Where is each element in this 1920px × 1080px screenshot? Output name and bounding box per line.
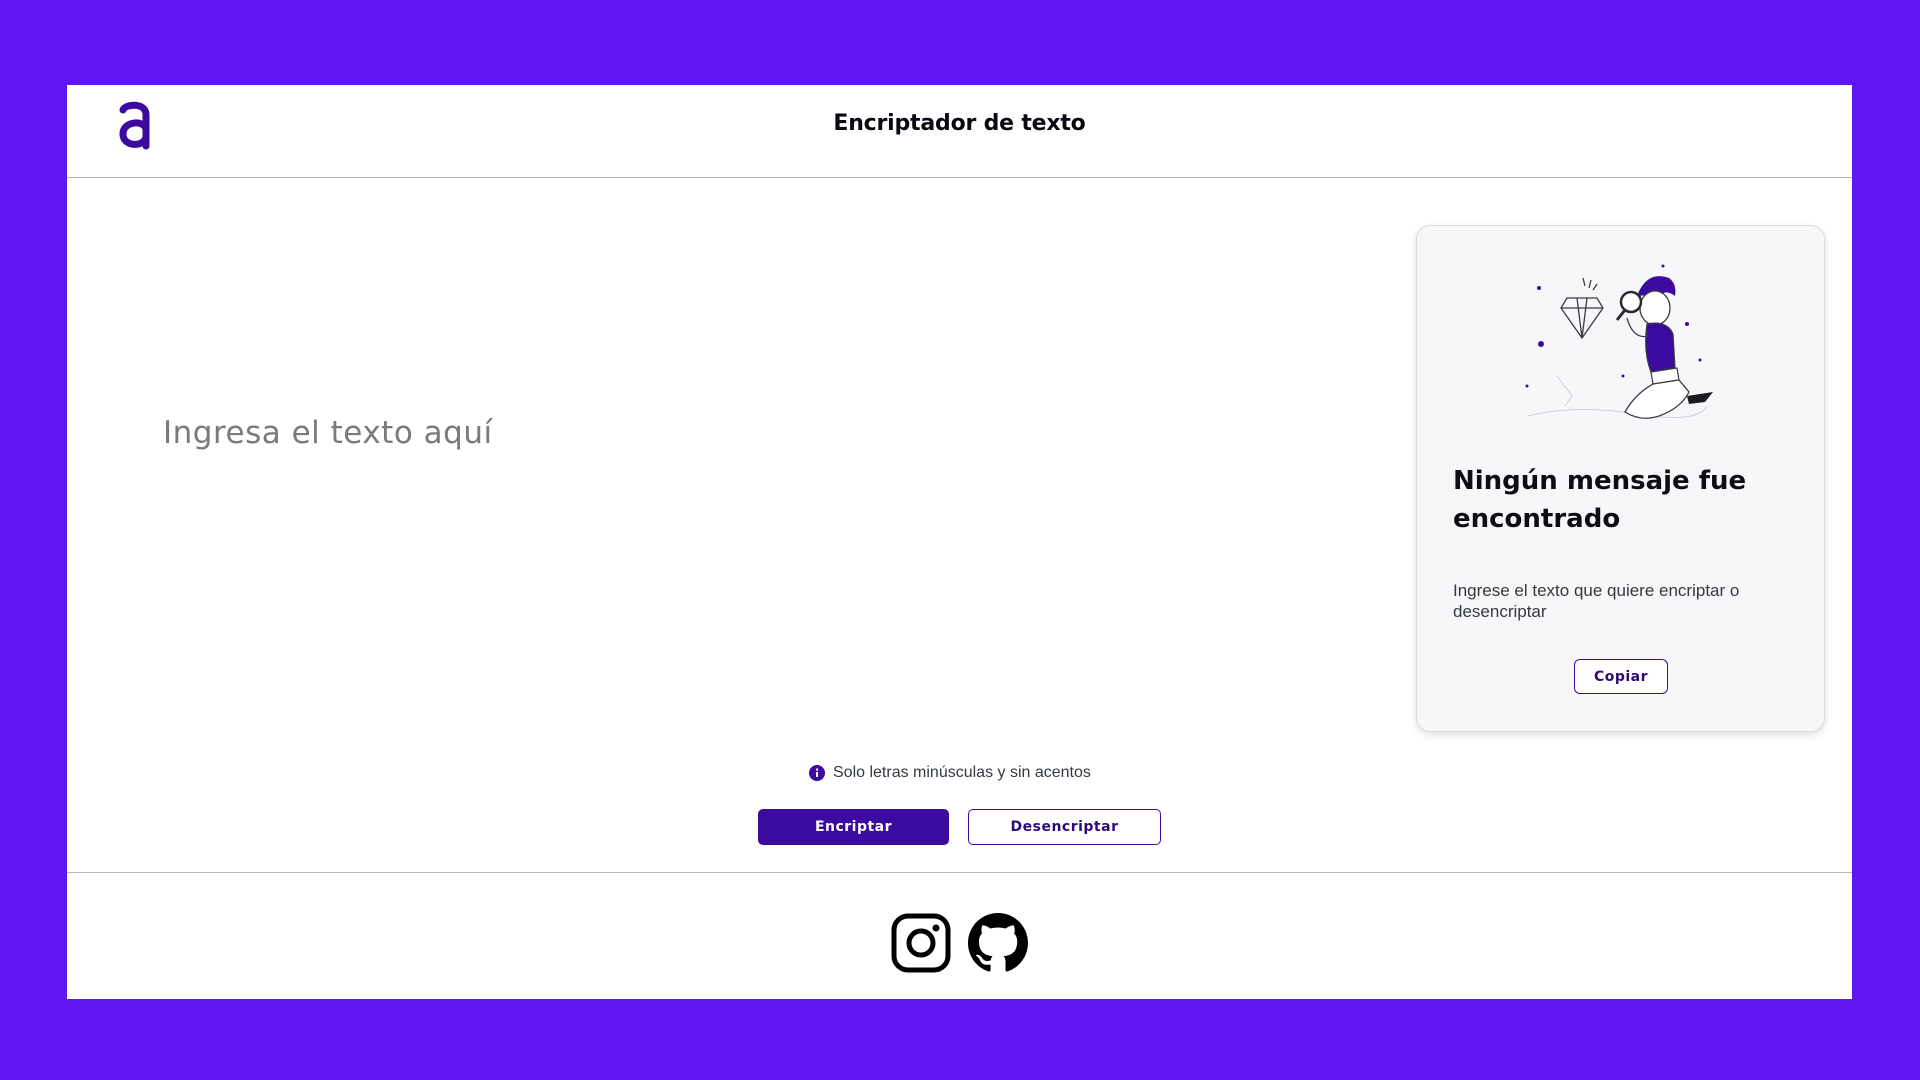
empty-state-title: Ningún mensaje fue encontrado [1453, 466, 1747, 534]
app-window: Encriptador de texto Ingresa el texto aq… [67, 85, 1852, 999]
header: Encriptador de texto [67, 85, 1852, 178]
page-title: Encriptador de texto [833, 111, 1086, 136]
github-icon [968, 913, 1028, 972]
text-input-placeholder: Ingresa el texto aquí [163, 415, 493, 451]
output-panel: Ningún mensaje fue encontrado Ingrese el… [1416, 225, 1825, 732]
footer [67, 872, 1852, 1000]
info-icon [809, 765, 825, 781]
encrypt-button[interactable]: Encriptar [758, 809, 949, 845]
github-link[interactable] [968, 913, 1028, 973]
instagram-link[interactable] [891, 913, 951, 973]
decrypt-button[interactable]: Desencriptar [968, 809, 1161, 845]
instagram-icon [891, 913, 951, 973]
hint-text: Solo letras minúsculas y sin acentos [833, 764, 1091, 781]
copy-button[interactable]: Copiar [1574, 659, 1668, 694]
empty-state-description: Ingrese el texto que quiere encriptar o … [1453, 581, 1740, 621]
search-person-illustration [1525, 264, 1713, 419]
hint-message: Solo letras minúsculas y sin acentos [809, 764, 1091, 782]
